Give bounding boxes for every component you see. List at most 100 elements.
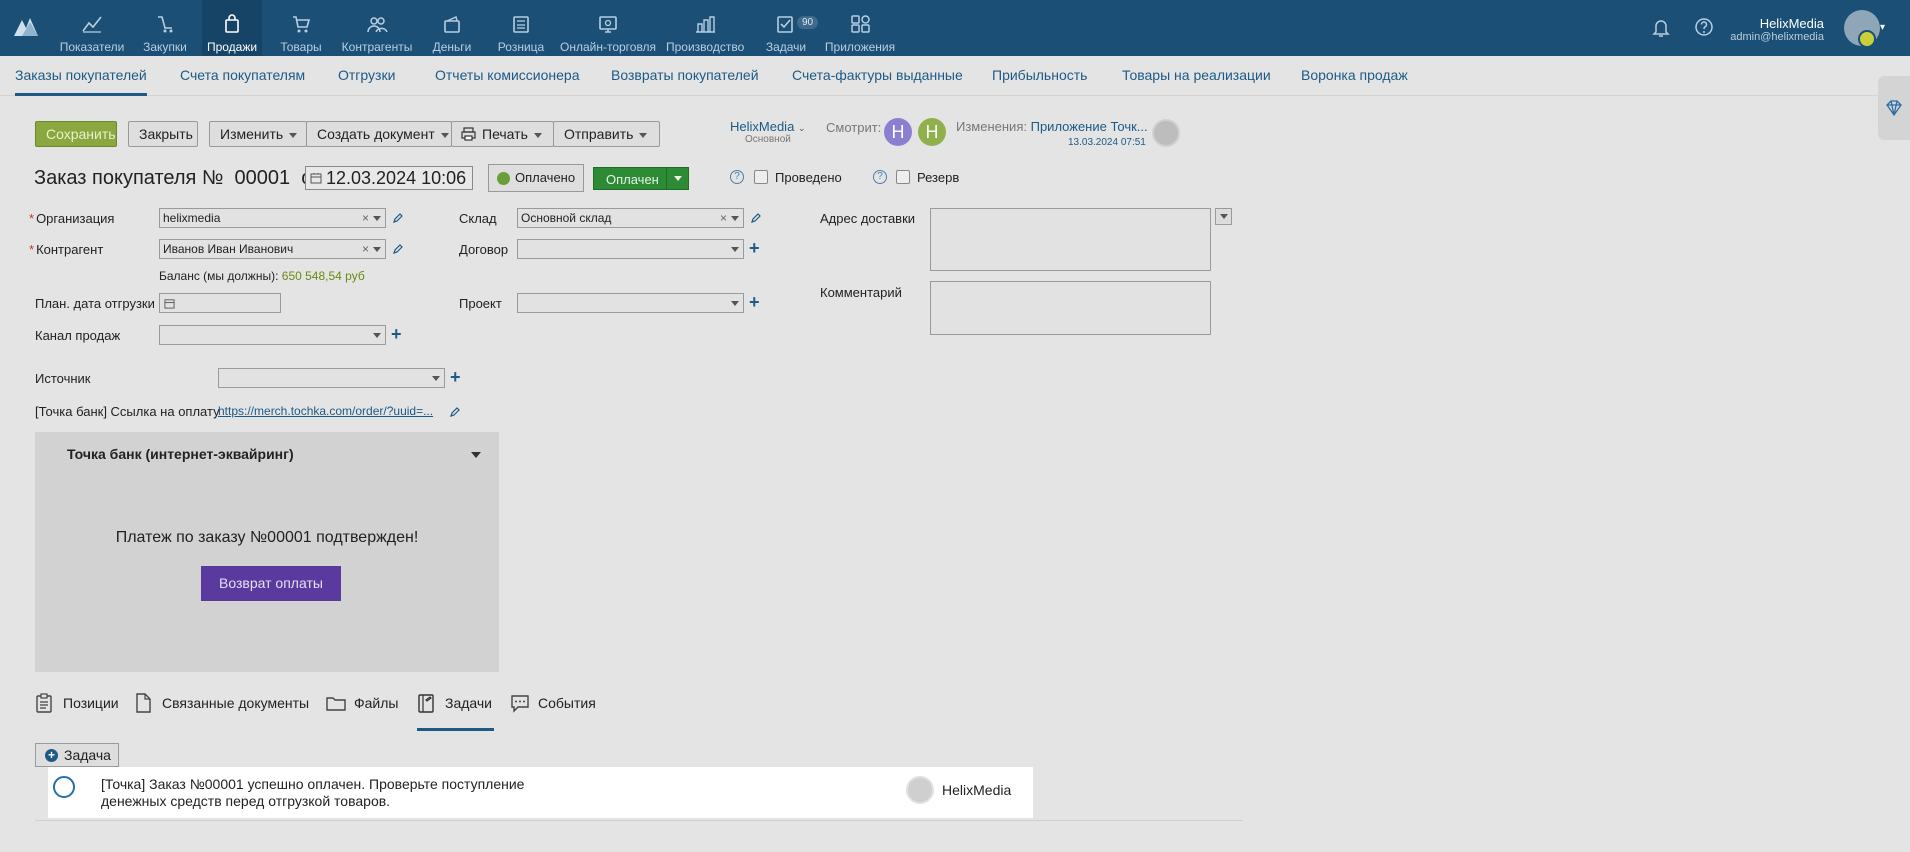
counterparty-select[interactable]: Иванов Иван Иванович × (159, 239, 386, 259)
chevron-down-icon[interactable]: ▾ (1880, 22, 1885, 33)
add-task-button[interactable]: + Задача (35, 743, 119, 767)
cart-icon (293, 16, 311, 33)
pencil-icon[interactable] (392, 212, 404, 224)
collapse-icon[interactable] (471, 452, 481, 458)
nav-item-goods[interactable]: Товары (274, 0, 328, 56)
nav-item-retail[interactable]: Розница (490, 0, 552, 56)
chevron-down-icon (731, 247, 739, 252)
print-button[interactable]: Печать (451, 121, 554, 147)
side-widget-tab[interactable] (1878, 76, 1910, 140)
ship-date-label: План. дата отгрузки (35, 296, 155, 311)
status-dropdown[interactable]: Оплачен (593, 167, 689, 190)
nav-item-label: Деньги (432, 40, 472, 54)
page-title: Заказ покупателя № 00001 от (34, 167, 321, 190)
check-circle-icon (497, 172, 510, 185)
subnav-customer-returns[interactable]: Возвраты покупателей (611, 67, 759, 83)
edit-menu-button[interactable]: Изменить (209, 121, 307, 147)
tab-positions[interactable]: Позиции (35, 693, 119, 713)
subnav-customer-invoices[interactable]: Счета покупателям (180, 67, 305, 83)
clear-icon[interactable]: × (362, 209, 369, 227)
delivery-address-dropdown[interactable] (1215, 208, 1232, 225)
send-button[interactable]: Отправить (553, 121, 660, 147)
close-button[interactable]: Закрыть (128, 121, 198, 147)
clear-icon[interactable]: × (720, 209, 727, 227)
active-tab-indicator (417, 728, 494, 731)
clear-icon[interactable]: × (362, 240, 369, 258)
chevron-down-icon (432, 376, 440, 381)
subnav-consignment-goods[interactable]: Товары на реализации (1122, 67, 1271, 83)
user-menu[interactable]: HelixMedia admin@helixmedia (1730, 16, 1824, 43)
organization-select[interactable]: helixmedia × (159, 208, 386, 228)
task-description: [Точка] Заказ №00001 успешно оплачен. Пр… (101, 776, 525, 809)
tab-label: События (538, 695, 596, 711)
nav-item-sales[interactable]: Продажи (202, 0, 262, 56)
order-date-field[interactable]: 12.03.2024 10:06 (305, 166, 473, 190)
subnav-shipments[interactable]: Отгрузки (338, 67, 395, 83)
organization-label: * Организация (29, 211, 115, 226)
wallet-icon (444, 15, 460, 33)
logo-icon[interactable] (12, 14, 40, 38)
nav-item-purchases[interactable]: Закупки (138, 0, 192, 56)
add-icon[interactable]: + (450, 368, 461, 386)
paid-button[interactable]: Оплачено (488, 164, 585, 192)
document-icon (136, 693, 151, 713)
tab-tasks[interactable]: Задачи (417, 694, 492, 713)
subnav-profitability[interactable]: Прибыльность (992, 67, 1087, 83)
contract-select[interactable] (517, 239, 744, 259)
subnav-sales-funnel[interactable]: Воронка продаж (1301, 67, 1408, 83)
add-icon[interactable]: + (749, 293, 760, 311)
tab-related-documents[interactable]: Связанные документы (134, 693, 309, 713)
add-icon[interactable]: + (391, 325, 402, 343)
bell-icon[interactable] (1650, 16, 1672, 38)
delivery-address-field[interactable] (930, 208, 1211, 271)
nav-item-apps[interactable]: Приложения (822, 0, 898, 56)
task-complete-toggle[interactable] (53, 776, 75, 798)
reserve-checkbox[interactable] (896, 170, 910, 184)
changes-label: Изменения: (956, 119, 1027, 134)
nav-item-online-trade[interactable]: Онлайн-торговля (560, 0, 656, 56)
chevron-down-icon: ⌄ (797, 123, 806, 133)
nav-item-money[interactable]: Деньги (428, 0, 476, 56)
watcher-avatar[interactable]: H (918, 118, 946, 146)
pencil-icon[interactable] (750, 212, 762, 224)
pencil-icon[interactable] (449, 406, 461, 418)
nav-item-indicators[interactable]: Показатели (58, 0, 126, 56)
source-select[interactable] (218, 368, 445, 388)
subnav-issued-invoices[interactable]: Счета-фактуры выданные (792, 67, 963, 83)
project-select[interactable] (517, 293, 744, 313)
paid-label: Оплачено (515, 170, 576, 185)
tab-files[interactable]: Файлы (326, 695, 398, 711)
task-item[interactable]: [Точка] Заказ №00001 успешно оплачен. Пр… (48, 767, 1033, 818)
watcher-avatar[interactable]: H (884, 118, 912, 146)
changes-author[interactable]: Приложение Точк... (1031, 119, 1148, 134)
create-document-button[interactable]: Создать документ (306, 121, 452, 147)
pencil-icon[interactable] (392, 243, 404, 255)
nav-item-counterparties[interactable]: Контрагенты (340, 0, 414, 56)
order-date-value: 12.03.2024 10:06 (326, 168, 467, 188)
sales-channel-select[interactable] (159, 325, 386, 345)
payment-link[interactable]: https://merch.tochka.com/order/?uuid=... (218, 404, 433, 418)
contract-label: Договор (459, 242, 509, 257)
posted-checkbox[interactable] (754, 170, 768, 184)
chart-line-icon (82, 16, 102, 33)
comment-field[interactable] (930, 281, 1211, 335)
ship-date-field[interactable] (159, 293, 281, 313)
owner-group: Основной (745, 134, 791, 145)
subnav-commission-reports[interactable]: Отчеты комиссионера (435, 67, 580, 83)
help-icon[interactable] (1693, 16, 1715, 38)
user-email: admin@helixmedia (1730, 31, 1824, 43)
save-button[interactable]: Сохранить (35, 121, 117, 147)
user-name: HelixMedia (1759, 16, 1824, 31)
order-number-field[interactable]: 00001 (235, 167, 291, 189)
warehouse-select[interactable]: Основной склад × (517, 208, 744, 228)
tab-events[interactable]: События (510, 695, 596, 713)
chevron-down-icon (440, 132, 449, 138)
nav-item-production[interactable]: Производство (666, 0, 744, 56)
refund-button[interactable]: Возврат оплаты (201, 566, 341, 601)
owner-selector[interactable]: HelixMedia ⌄ (730, 119, 805, 134)
divider (35, 820, 1243, 821)
add-icon[interactable]: + (749, 239, 760, 257)
help-icon[interactable]: ? (873, 170, 887, 184)
help-icon[interactable]: ? (730, 170, 744, 184)
subnav-customer-orders[interactable]: Заказы покупателей (15, 67, 147, 96)
